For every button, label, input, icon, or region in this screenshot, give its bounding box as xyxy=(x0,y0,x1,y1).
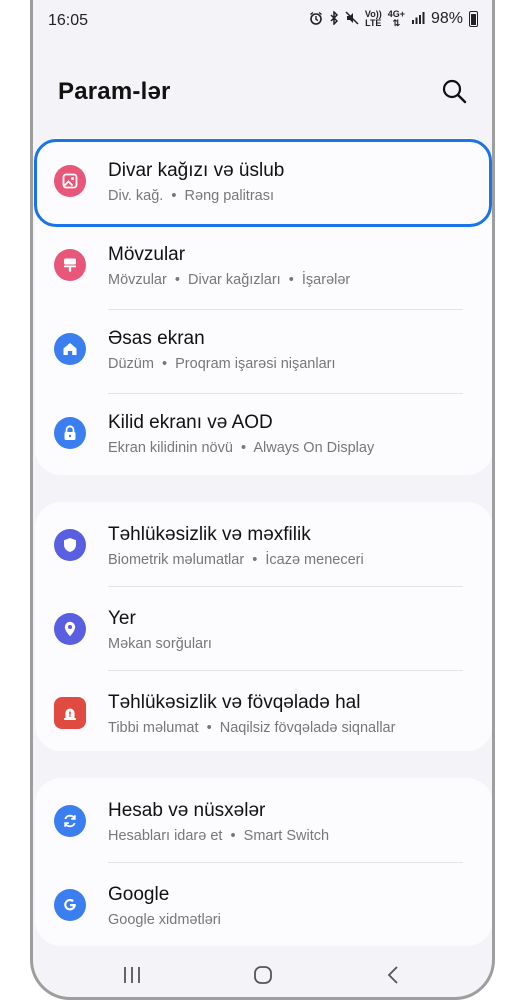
emergency-icon xyxy=(54,697,86,729)
recents-icon[interactable] xyxy=(119,962,145,988)
network-indicator: 4G+ ⇅ xyxy=(387,9,405,28)
settings-group-security: Təhlükəsizlik və məxfilik Biometrik məlu… xyxy=(35,502,492,754)
item-subtitle: Məkan sorğuları xyxy=(108,636,212,652)
settings-item-home-screen[interactable]: Əsas ekran Düzüm • Proqram işarəsi nişan… xyxy=(35,306,492,390)
navigation-bar xyxy=(33,950,492,997)
phone-screen: 16:05 Vo)) LTE 4G+ ⇅ 98% Param-lər Divar… xyxy=(30,0,495,1000)
battery-percent: 98% xyxy=(430,10,463,27)
item-label: Əsas ekran xyxy=(108,328,205,349)
themes-icon xyxy=(54,249,86,281)
settings-item-security-privacy[interactable]: Təhlükəsizlik və məxfilik Biometrik məlu… xyxy=(35,502,492,586)
location-pin-icon xyxy=(54,613,86,645)
app-bar: Param-lər xyxy=(33,70,492,115)
battery-icon xyxy=(469,11,478,27)
signal-icon xyxy=(411,11,425,28)
google-icon xyxy=(54,889,86,921)
settings-item-lock-screen[interactable]: Kilid ekranı və AOD Ekran kilidinin növü… xyxy=(35,390,492,474)
back-icon[interactable] xyxy=(380,962,406,988)
settings-item-accounts-backup[interactable]: Hesab və nüsxələr Hesabları idarə et • S… xyxy=(35,778,492,862)
bluetooth-icon xyxy=(329,9,339,28)
status-icons: Vo)) LTE 4G+ ⇅ 98% xyxy=(309,10,478,28)
settings-item-google[interactable]: Google Google xidmətləri xyxy=(35,862,492,946)
settings-item-location[interactable]: Yer Məkan sorğuları xyxy=(35,586,492,670)
item-subtitle: Düzüm • Proqram işarəsi nişanları xyxy=(108,356,336,372)
settings-item-themes[interactable]: Mövzular Mövzular • Divar kağızları • İş… xyxy=(35,222,492,306)
lock-icon xyxy=(54,417,86,449)
settings-group-accounts: Hesab və nüsxələr Hesabları idarə et • S… xyxy=(35,778,492,946)
search-icon[interactable] xyxy=(438,75,470,107)
item-label: Google xyxy=(108,884,170,905)
item-label: Mövzular xyxy=(108,244,186,265)
shield-icon xyxy=(54,529,86,561)
item-subtitle: Tibbi məlumat • Naqilsiz fövqəladə siqna… xyxy=(108,720,396,736)
item-label: Hesab və nüsxələr xyxy=(108,800,266,821)
settings-item-safety-emergency[interactable]: Təhlükəsizlik və fövqəladə hal Tibbi məl… xyxy=(35,670,492,754)
item-subtitle: Biometrik məlumatlar • İcazə meneceri xyxy=(108,552,364,568)
status-bar: 16:05 Vo)) LTE 4G+ ⇅ 98% xyxy=(33,0,492,42)
volte-indicator: Vo)) LTE xyxy=(364,9,382,28)
item-subtitle: Hesabları idarə et • Smart Switch xyxy=(108,828,330,844)
item-label: Kilid ekranı və AOD xyxy=(108,412,273,433)
mute-icon xyxy=(345,10,359,28)
selection-highlight xyxy=(34,139,492,227)
home-nav-icon[interactable] xyxy=(250,962,276,988)
alarm-icon xyxy=(309,11,323,28)
home-icon xyxy=(54,333,86,365)
sync-icon xyxy=(54,805,86,837)
item-label: Təhlükəsizlik və fövqəladə hal xyxy=(108,692,361,713)
status-time: 16:05 xyxy=(48,12,89,29)
item-label: Təhlükəsizlik və məxfilik xyxy=(108,524,311,545)
item-subtitle: Google xidmətləri xyxy=(108,912,221,928)
page-title: Param-lər xyxy=(58,78,171,105)
item-subtitle: Ekran kilidinin növü • Always On Display xyxy=(108,440,375,456)
item-subtitle: Mövzular • Divar kağızları • İşarələr xyxy=(108,272,351,288)
item-label: Yer xyxy=(108,608,136,629)
